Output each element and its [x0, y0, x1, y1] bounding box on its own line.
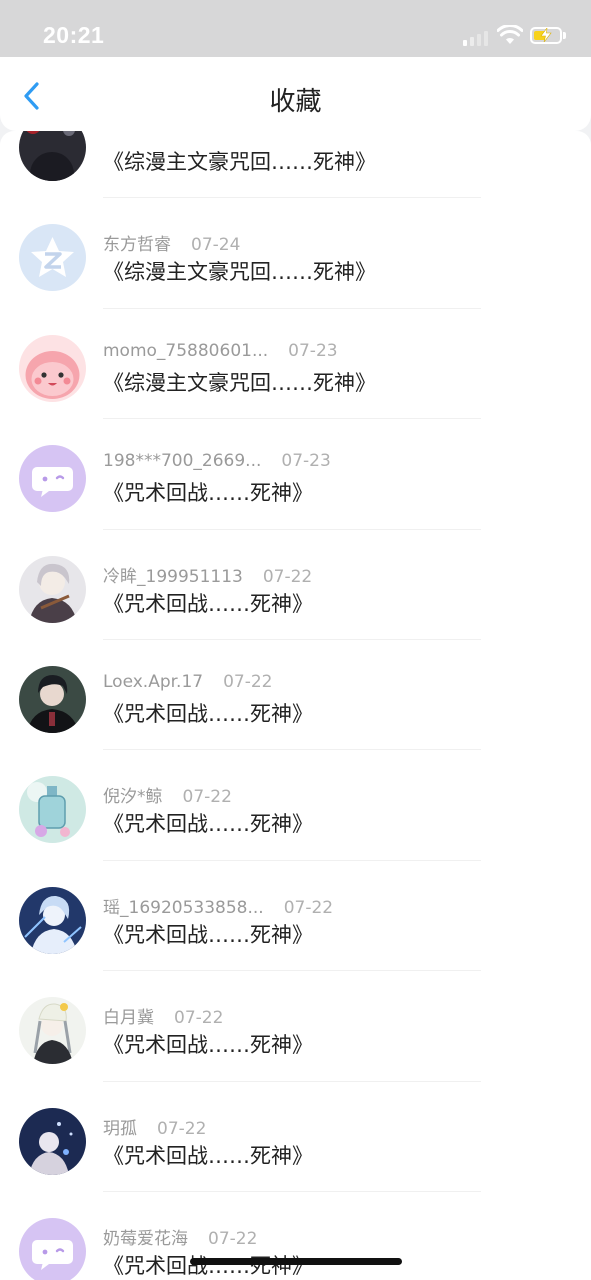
status-time: 20:21	[43, 22, 105, 48]
item-meta: 瑶_16920533858... 07-22	[103, 893, 333, 918]
work-title[interactable]: 《咒术回战……死神》	[103, 477, 313, 507]
favorite-list-item[interactable]: 玥孤 07-22 《咒术回战……死神》	[0, 1082, 591, 1192]
favorite-date: 07-22	[223, 671, 273, 692]
charging-bolt-icon	[540, 28, 552, 42]
username[interactable]: 瑶_16920533858...	[103, 898, 264, 918]
username[interactable]: Loex.Apr.17	[103, 672, 203, 692]
item-meta: 198***700_2669... 07-23	[103, 451, 331, 471]
favorite-date: 07-22	[283, 897, 334, 918]
item-meta: momo_75880601... 07-23	[103, 341, 338, 361]
avatar[interactable]	[19, 776, 86, 844]
work-title[interactable]: 《咒术回战……死神》	[103, 1029, 313, 1059]
item-meta: Loex.Apr.17 07-22	[103, 672, 273, 692]
home-indicator[interactable]	[190, 1258, 402, 1265]
avatar[interactable]	[19, 1217, 86, 1280]
work-title[interactable]: 《咒术回战……死神》	[103, 1140, 313, 1170]
avatar[interactable]	[19, 445, 86, 513]
favorite-list-item[interactable]: momo_75880601... 07-23 《综漫主文豪咒回……死神》	[0, 309, 591, 420]
favorite-date: 07-22	[208, 1228, 258, 1249]
work-title[interactable]: 《咒术回战……死神》	[103, 919, 313, 949]
work-title[interactable]: 《咒术回战……死神》	[103, 698, 313, 728]
favorite-list-item[interactable]: 冷眸_199951113 07-22 《咒术回战……死神》	[0, 530, 591, 640]
avatar[interactable]	[19, 224, 86, 292]
favorite-list-item[interactable]: 东方哲睿 07-24 《综漫主文豪咒回……死神》	[0, 198, 591, 309]
cellular-signal-icon	[463, 28, 491, 46]
nav-bar: 收藏	[0, 57, 591, 131]
favorite-list-item[interactable]: 白月冀 07-22 《咒术回战……死神》	[0, 971, 591, 1082]
item-meta: 奶莓爱花海 07-22	[103, 1224, 257, 1249]
favorite-list-item[interactable]: 瑶_16920533858... 07-22 《咒术回战……死神》	[0, 861, 591, 972]
favorite-list-item[interactable]: 198***700_2669... 07-23 《咒术回战……死神》	[0, 419, 591, 530]
avatar[interactable]	[19, 665, 86, 733]
battery-icon	[530, 27, 562, 44]
item-meta	[103, 131, 123, 140]
item-meta: 白月冀 07-22	[103, 1003, 223, 1028]
avatar[interactable]	[19, 1107, 86, 1175]
avatar[interactable]	[19, 334, 86, 402]
item-meta: 东方哲睿 07-24	[103, 230, 240, 255]
favorite-list-item[interactable]: 倪汐*鲸 07-22 《咒术回战……死神》	[0, 750, 591, 861]
avatar[interactable]	[19, 555, 86, 623]
username[interactable]: momo_75880601...	[103, 341, 268, 361]
item-meta: 倪汐*鲸 07-22	[103, 782, 232, 807]
favorites-list[interactable]: 《综漫主文豪咒回……死神》 东方哲睿 07-24 《综漫主文豪咒回……死神》 momo_…	[0, 131, 591, 1280]
favorite-list-item[interactable]: 奶莓爱花海 07-22 《咒术回战……死神》	[0, 1192, 591, 1280]
favorite-list-item[interactable]: Loex.Apr.17 07-22 《咒术回战……死神》	[0, 640, 591, 751]
work-title[interactable]: 《综漫主文豪咒回……死神》	[103, 256, 376, 286]
battery-tip	[563, 32, 566, 39]
favorite-date: 07-23	[281, 451, 331, 472]
work-title[interactable]: 《咒术回战……死神》	[103, 808, 313, 838]
username[interactable]: 倪汐*鲸	[103, 787, 163, 807]
username[interactable]: 白月冀	[103, 1008, 154, 1028]
item-meta: 玥孤 07-22	[103, 1114, 206, 1139]
favorite-list-item[interactable]: 《综漫主文豪咒回……死神》	[0, 131, 591, 199]
avatar[interactable]	[19, 886, 86, 954]
item-meta: 冷眸_199951113 07-22	[103, 562, 312, 587]
username[interactable]: 奶莓爱花海	[103, 1229, 188, 1249]
username[interactable]: 198***700_2669...	[103, 451, 261, 471]
username[interactable]: 玥孤	[103, 1119, 137, 1139]
username[interactable]: 东方哲睿	[103, 235, 171, 255]
work-title[interactable]: 《综漫主文豪咒回……死神》	[103, 367, 376, 397]
favorite-date: 07-22	[262, 566, 313, 587]
username[interactable]: 冷眸_199951113	[103, 567, 243, 587]
avatar[interactable]	[19, 997, 86, 1065]
status-bar: 20:21	[0, 0, 591, 60]
favorite-date: 07-22	[182, 787, 232, 808]
page-title: 收藏	[269, 87, 322, 117]
avatar[interactable]	[19, 131, 86, 181]
work-title[interactable]: 《综漫主文豪咒回……死神》	[103, 146, 376, 176]
wifi-icon	[497, 25, 523, 44]
favorite-date: 07-22	[157, 1118, 207, 1139]
favorite-date: 07-24	[191, 235, 241, 256]
work-title[interactable]: 《咒术回战……死神》	[103, 588, 313, 618]
favorite-date: 07-23	[288, 340, 338, 361]
favorite-date: 07-22	[174, 1008, 224, 1029]
